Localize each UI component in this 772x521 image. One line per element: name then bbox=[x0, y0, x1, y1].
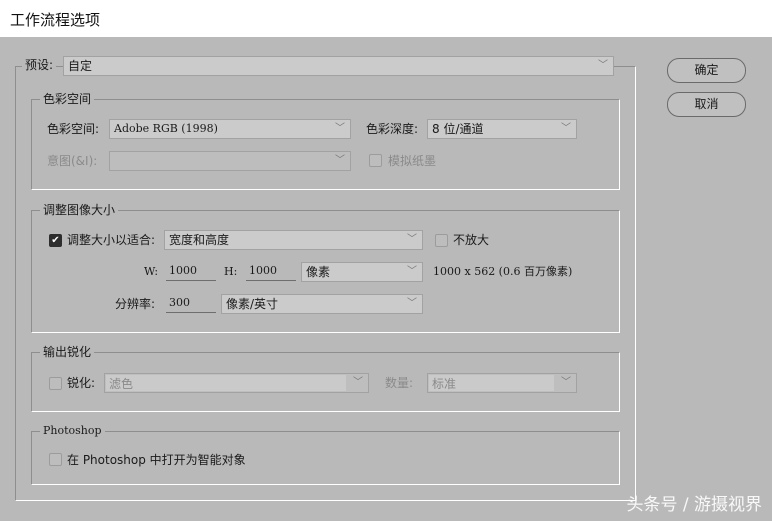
intent-label: 意图(&I): bbox=[47, 154, 98, 168]
photoshop-title: Photoshop bbox=[40, 424, 105, 438]
resize-value: 宽度和高度 bbox=[169, 233, 230, 247]
sharpen-value: 滤色 bbox=[106, 375, 346, 391]
color-space-title: 色彩空间 bbox=[40, 92, 95, 106]
width-label: W: bbox=[144, 265, 159, 278]
resize-title: 调整图像大小 bbox=[40, 203, 119, 217]
depth-dropdown[interactable]: 8 位/通道 ﹀ bbox=[427, 119, 577, 139]
color-space-group bbox=[31, 99, 620, 190]
chevron-down-icon: ﹀ bbox=[407, 266, 417, 277]
resize-dropdown[interactable]: 宽度和高度 ﹀ bbox=[164, 230, 423, 250]
color-space-label: 色彩空间: bbox=[47, 122, 100, 136]
watermark: 头条号 / 游摄视界 bbox=[626, 495, 762, 515]
window-title: 工作流程选项 bbox=[10, 11, 101, 29]
chevron-down-icon: ﹀ bbox=[407, 298, 417, 309]
intent-dropdown[interactable]: ﹀ bbox=[109, 151, 351, 171]
sharpen-label: 锐化: bbox=[67, 376, 96, 390]
chevron-down-icon: ﹀ bbox=[353, 377, 363, 388]
preset-value: 自定 bbox=[68, 59, 93, 73]
size-info: 1000 x 562 (0.6 百万像素) bbox=[433, 265, 573, 278]
sharpen-dropdown[interactable]: 滤色 ﹀ bbox=[104, 373, 369, 393]
height-label: H: bbox=[224, 265, 238, 278]
color-space-value: Adobe RGB (1998) bbox=[114, 122, 218, 135]
chevron-down-icon: ﹀ bbox=[561, 377, 571, 388]
no-enlarge-checkbox[interactable] bbox=[435, 234, 448, 247]
smart-object-checkbox[interactable] bbox=[49, 453, 62, 466]
height-input[interactable]: 1000 bbox=[246, 263, 296, 281]
resize-label: 调整大小以适合: bbox=[67, 233, 156, 247]
amount-dropdown[interactable]: 标准 ﹀ bbox=[427, 373, 577, 393]
chevron-down-icon: ﹀ bbox=[561, 123, 571, 134]
simulate-checkbox[interactable] bbox=[369, 154, 382, 167]
amount-label: 数量: bbox=[385, 376, 414, 390]
resolution-label: 分辨率: bbox=[115, 297, 156, 311]
preset-dropdown[interactable]: 自定 ﹀ bbox=[63, 56, 614, 76]
preset-label: 预设: bbox=[22, 58, 57, 72]
color-space-dropdown[interactable]: Adobe RGB (1998) ﹀ bbox=[109, 119, 351, 139]
chevron-down-icon: ﹀ bbox=[335, 123, 345, 134]
resize-checkbox[interactable]: ✔ bbox=[49, 234, 62, 247]
chevron-down-icon: ﹀ bbox=[407, 234, 417, 245]
unit-dropdown[interactable]: 像素 ﹀ bbox=[301, 262, 423, 282]
no-enlarge-label: 不放大 bbox=[453, 233, 490, 247]
amount-value: 标准 bbox=[429, 375, 554, 391]
depth-label: 色彩深度: bbox=[366, 122, 419, 136]
unit-value: 像素 bbox=[306, 265, 331, 279]
smart-object-label: 在 Photoshop 中打开为智能对象 bbox=[67, 453, 246, 467]
chevron-down-icon: ﹀ bbox=[335, 155, 345, 166]
width-input[interactable]: 1000 bbox=[166, 263, 216, 281]
resolution-input[interactable]: 300 bbox=[166, 295, 216, 313]
depth-value: 8 位/通道 bbox=[432, 122, 484, 136]
cancel-button[interactable]: 取消 bbox=[667, 92, 746, 117]
resolution-unit-value: 像素/英寸 bbox=[226, 297, 279, 311]
title-bar: 工作流程选项 bbox=[0, 0, 772, 37]
sharpen-title: 输出锐化 bbox=[40, 345, 95, 359]
resolution-unit-dropdown[interactable]: 像素/英寸 ﹀ bbox=[221, 294, 423, 314]
chevron-down-icon: ﹀ bbox=[598, 60, 608, 71]
ok-button[interactable]: 确定 bbox=[667, 58, 746, 83]
sharpen-checkbox[interactable] bbox=[49, 377, 62, 390]
simulate-label: 模拟纸墨 bbox=[388, 154, 437, 168]
